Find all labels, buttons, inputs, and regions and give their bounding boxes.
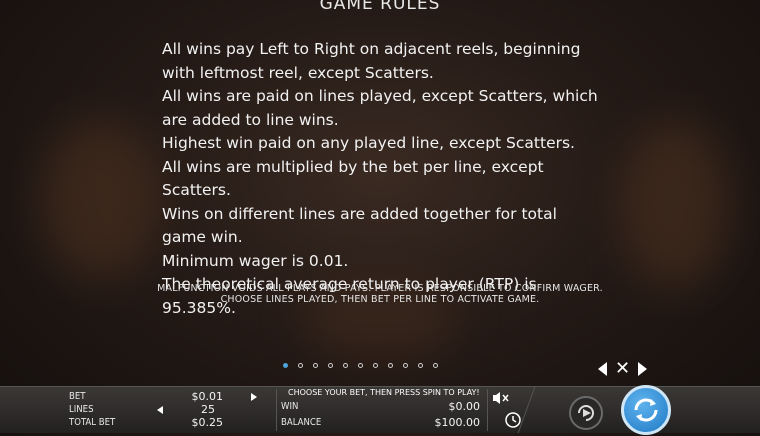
rule-item: All wins are multiplied by the bet per l… — [162, 157, 544, 200]
speaker-muted-icon[interactable] — [492, 391, 510, 405]
page-dot[interactable] — [328, 363, 333, 368]
balance-value: $100.00 — [434, 416, 481, 429]
page-dot[interactable] — [298, 363, 303, 368]
balance-label: BALANCE — [281, 417, 322, 428]
lines-value: 25 — [201, 403, 215, 416]
page-dot[interactable] — [283, 363, 288, 368]
win-value: $0.00 — [448, 400, 481, 413]
lines-label: LINES — [69, 404, 94, 415]
total-bet-label: TOTAL BET — [69, 417, 116, 428]
divider — [487, 389, 488, 431]
disclaimer-line: MALFUNCTION VOIDS ALL PLAYS AND PAYS. PL… — [157, 283, 603, 294]
disclaimer-line: CHOOSE LINES PLAYED, THEN BET PER LINE T… — [220, 294, 540, 305]
bet-value: $0.01 — [191, 390, 224, 403]
bet-increase-icon[interactable] — [251, 393, 257, 401]
divider — [276, 389, 277, 431]
rule-item: Minimum wager is 0.01. — [162, 251, 349, 270]
page-dot[interactable] — [418, 363, 423, 368]
divider — [517, 387, 536, 433]
page-dot[interactable] — [433, 363, 438, 368]
bottom-bar: BET LINES TOTAL BET $0.01 25 $0.25 CHOOS… — [0, 385, 760, 435]
rules-navigation: ✕ — [598, 360, 648, 378]
rule-item: Wins on different lines are added togeth… — [162, 204, 557, 247]
spin-icon — [634, 398, 658, 422]
page-dots — [283, 363, 438, 368]
page-dot[interactable] — [343, 363, 348, 368]
win-label: WIN — [281, 401, 299, 412]
disclaimer: MALFUNCTION VOIDS ALL PLAYS AND PAYS. PL… — [0, 283, 760, 305]
page-dot[interactable] — [373, 363, 378, 368]
page-dot[interactable] — [388, 363, 393, 368]
close-icon[interactable]: ✕ — [615, 360, 630, 378]
page-title: GAME RULES — [319, 0, 441, 14]
rules-list: All wins pay Left to Right on adjacent r… — [162, 38, 602, 320]
page-dot[interactable] — [358, 363, 363, 368]
rule-item: All wins pay Left to Right on adjacent r… — [162, 40, 581, 82]
autoplay-icon — [578, 405, 594, 421]
triangle-left-icon[interactable] — [598, 362, 607, 376]
lines-decrease-icon[interactable] — [157, 406, 163, 414]
page-dot[interactable] — [313, 363, 318, 368]
triangle-right-icon[interactable] — [638, 362, 648, 376]
bet-label: BET — [69, 391, 86, 402]
page-dot[interactable] — [403, 363, 408, 368]
autoplay-button[interactable] — [569, 396, 603, 430]
rule-item: All wins are paid on lines played, excep… — [162, 87, 598, 129]
rule-item: Highest win paid on any played line, exc… — [162, 134, 575, 152]
status-message: CHOOSE YOUR BET, THEN PRESS SPIN TO PLAY… — [288, 388, 480, 397]
spin-button[interactable] — [621, 385, 671, 435]
total-bet-value: $0.25 — [191, 416, 224, 429]
